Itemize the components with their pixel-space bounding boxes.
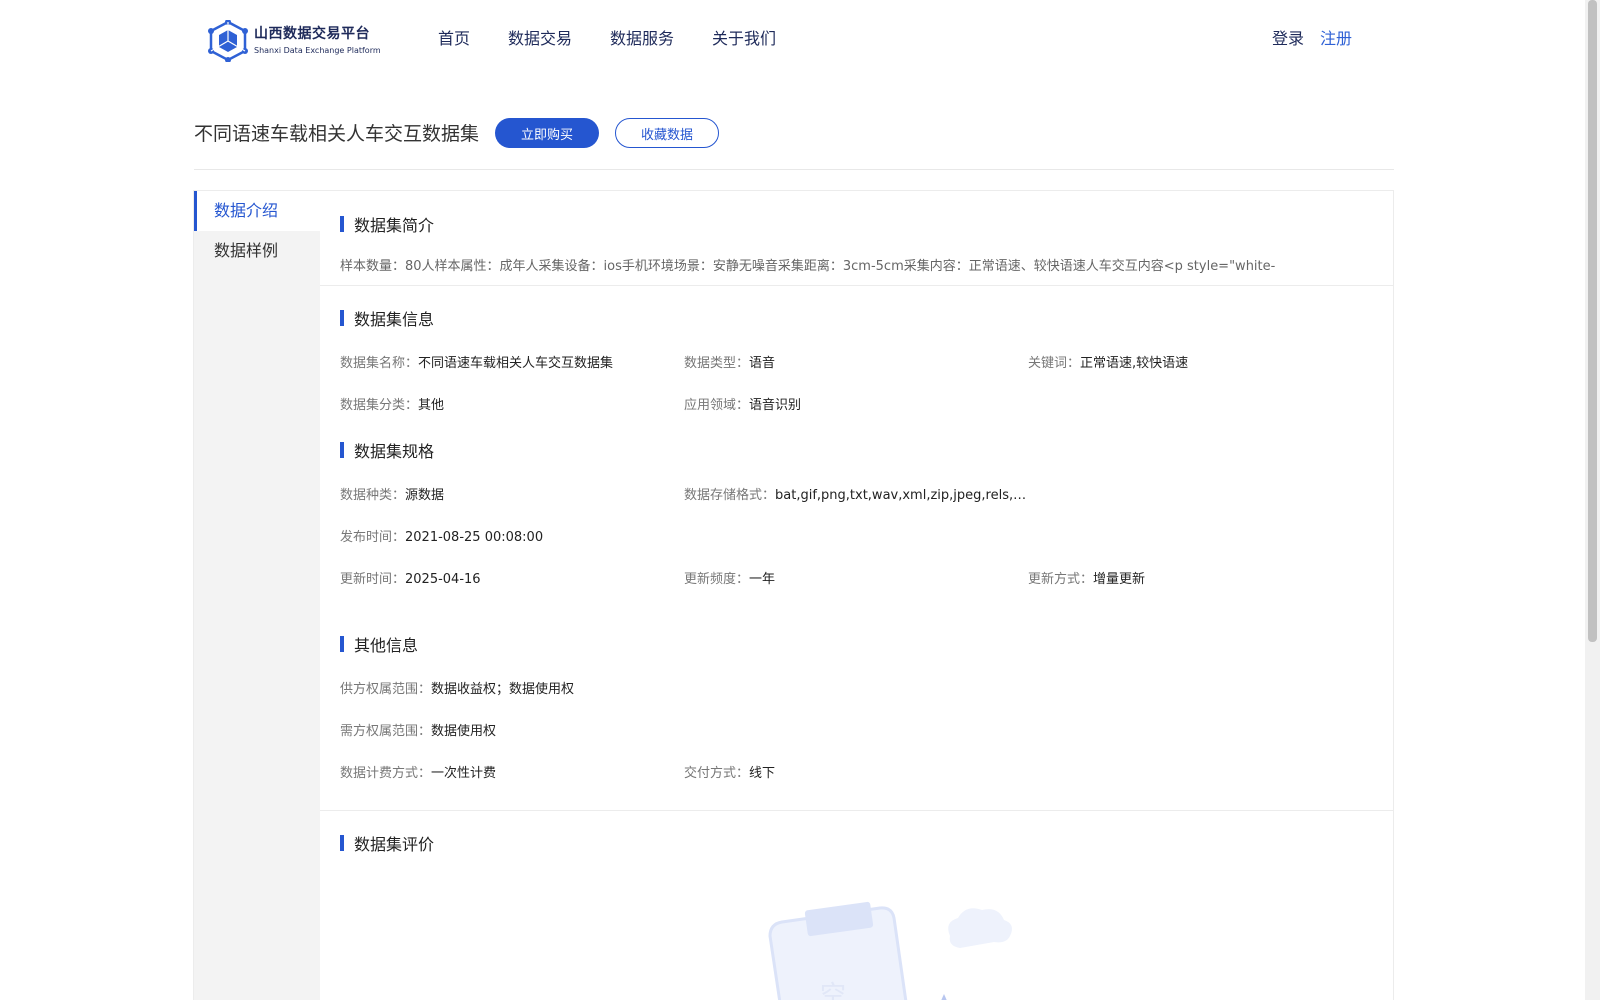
favorite-data-button[interactable]: 收藏数据 xyxy=(615,118,720,148)
site-logo[interactable]: 山西数据交易平台 Shanxi Data Exchange Platform xyxy=(208,20,381,62)
nav-home[interactable]: 首页 xyxy=(438,28,470,50)
dataset-title: 不同语速车载相关人车交互数据集 xyxy=(194,123,480,145)
section-divider xyxy=(320,285,1394,286)
field-application-domain: 应用领域：语音识别 xyxy=(684,397,801,415)
section-title: 数据集简介 xyxy=(354,216,435,235)
field-label: 供方权属范围： xyxy=(340,682,432,697)
section-accent-bar xyxy=(340,310,344,326)
field-value: 正常语速,较快语速 xyxy=(1080,356,1189,371)
section-title: 数据集信息 xyxy=(354,310,435,329)
field-storage-format: 数据存储格式：bat,gif,png,txt,wav,xml,zip,jpeg,… xyxy=(684,487,1026,505)
detail-sidebar: 数据介绍 数据样例 xyxy=(194,191,320,1000)
login-link[interactable]: 登录 xyxy=(1272,28,1304,50)
field-value: 其他 xyxy=(418,398,445,413)
hexagon-network-logo-icon xyxy=(208,20,248,62)
field-label: 数据计费方式： xyxy=(340,766,432,781)
field-label: 发布时间： xyxy=(340,530,406,545)
svg-text:空: 空 xyxy=(820,981,846,1000)
sidebar-item-data-sample[interactable]: 数据样例 xyxy=(194,231,320,271)
top-header: 山西数据交易平台 Shanxi Data Exchange Platform 首… xyxy=(0,0,1585,80)
field-label: 关键词： xyxy=(1028,356,1081,371)
section-title: 数据集规格 xyxy=(354,442,435,461)
field-supplier-rights: 供方权属范围：数据收益权；数据使用权 xyxy=(340,681,574,699)
field-value: 一次性计费 xyxy=(431,766,497,781)
nav-data-trade[interactable]: 数据交易 xyxy=(508,28,572,50)
field-update-frequency: 更新频度：一年 xyxy=(684,571,775,589)
field-value: 不同语速车载相关人车交互数据集 xyxy=(418,356,614,371)
field-label: 应用领域： xyxy=(684,398,750,413)
field-label: 数据集分类： xyxy=(340,398,419,413)
section-accent-bar xyxy=(340,636,344,652)
section-heading-info: 数据集信息 xyxy=(340,306,434,330)
section-divider xyxy=(320,810,1394,811)
field-value: 语音 xyxy=(749,356,776,371)
field-label: 交付方式： xyxy=(684,766,750,781)
field-dataset-category: 数据集分类：其他 xyxy=(340,397,444,415)
nav-data-service[interactable]: 数据服务 xyxy=(610,28,674,50)
section-title: 数据集评价 xyxy=(354,835,435,854)
field-label: 数据种类： xyxy=(340,488,406,503)
buy-now-button[interactable]: 立即购买 xyxy=(495,118,600,148)
field-delivery-method: 交付方式：线下 xyxy=(684,765,775,783)
nav-about-us[interactable]: 关于我们 xyxy=(712,28,776,50)
field-label: 数据集名称： xyxy=(340,356,419,371)
field-value: 源数据 xyxy=(405,488,445,503)
field-label: 更新频度： xyxy=(684,572,750,587)
empty-clipboard-illustration-icon: 空 xyxy=(768,901,1012,1000)
field-value: 2025-04-16 xyxy=(405,572,481,587)
field-value: bat,gif,png,txt,wav,xml,zip,jpeg,rels,… xyxy=(775,488,1027,503)
field-publish-time: 发布时间：2021-08-25 00:08:00 xyxy=(340,529,543,547)
intro-summary-text: 样本数量：80人样本属性：成年人采集设备：ios手机环境场景：安静无噪音采集距离… xyxy=(340,259,1276,274)
field-value: 数据收益权；数据使用权 xyxy=(431,682,575,697)
sidebar-item-data-intro[interactable]: 数据介绍 xyxy=(194,191,320,231)
field-label: 数据类型： xyxy=(684,356,750,371)
field-update-mode: 更新方式：增量更新 xyxy=(1028,571,1145,589)
section-heading-other: 其他信息 xyxy=(340,632,418,656)
field-data-kind: 数据种类：源数据 xyxy=(340,487,444,505)
logo-title: 山西数据交易平台 xyxy=(254,26,370,42)
field-dataset-name: 数据集名称：不同语速车载相关人车交互数据集 xyxy=(340,355,613,373)
field-label: 需方权属范围： xyxy=(340,724,432,739)
detail-panel: 数据介绍 数据样例 数据集简介 样本数量：80人样本属性：成年人采集设备：ios… xyxy=(193,190,1394,1000)
section-heading-review: 数据集评价 xyxy=(340,831,434,855)
register-link[interactable]: 注册 xyxy=(1320,28,1352,50)
field-demander-rights: 需方权属范围：数据使用权 xyxy=(340,723,496,741)
auth-links: 登录 注册 xyxy=(1272,28,1352,50)
field-label: 更新时间： xyxy=(340,572,406,587)
field-value: 2021-08-25 00:08:00 xyxy=(405,530,544,545)
field-keywords: 关键词：正常语速,较快语速 xyxy=(1028,355,1188,373)
field-label: 数据存储格式： xyxy=(684,488,776,503)
field-value: 一年 xyxy=(749,572,776,587)
section-accent-bar xyxy=(340,442,344,458)
field-update-time: 更新时间：2025-04-16 xyxy=(340,571,481,589)
field-value: 线下 xyxy=(749,766,776,781)
section-accent-bar xyxy=(340,835,344,851)
field-label: 更新方式： xyxy=(1028,572,1094,587)
main-nav: 首页 数据交易 数据服务 关于我们 xyxy=(438,28,814,50)
field-value: 语音识别 xyxy=(749,398,802,413)
field-data-type: 数据类型：语音 xyxy=(684,355,775,373)
field-value: 增量更新 xyxy=(1093,572,1146,587)
section-heading-spec: 数据集规格 xyxy=(340,438,434,462)
field-value: 数据使用权 xyxy=(431,724,497,739)
dataset-title-bar: 不同语速车载相关人车交互数据集 立即购买 收藏数据 xyxy=(194,118,1394,170)
scrollbar-thumb[interactable] xyxy=(1588,0,1597,642)
field-billing-method: 数据计费方式：一次性计费 xyxy=(340,765,496,783)
section-heading-intro: 数据集简介 xyxy=(340,212,434,236)
page-scrollbar[interactable] xyxy=(1585,0,1600,1000)
logo-subtitle: Shanxi Data Exchange Platform xyxy=(254,46,381,55)
section-accent-bar xyxy=(340,216,344,232)
section-title: 其他信息 xyxy=(354,636,419,655)
